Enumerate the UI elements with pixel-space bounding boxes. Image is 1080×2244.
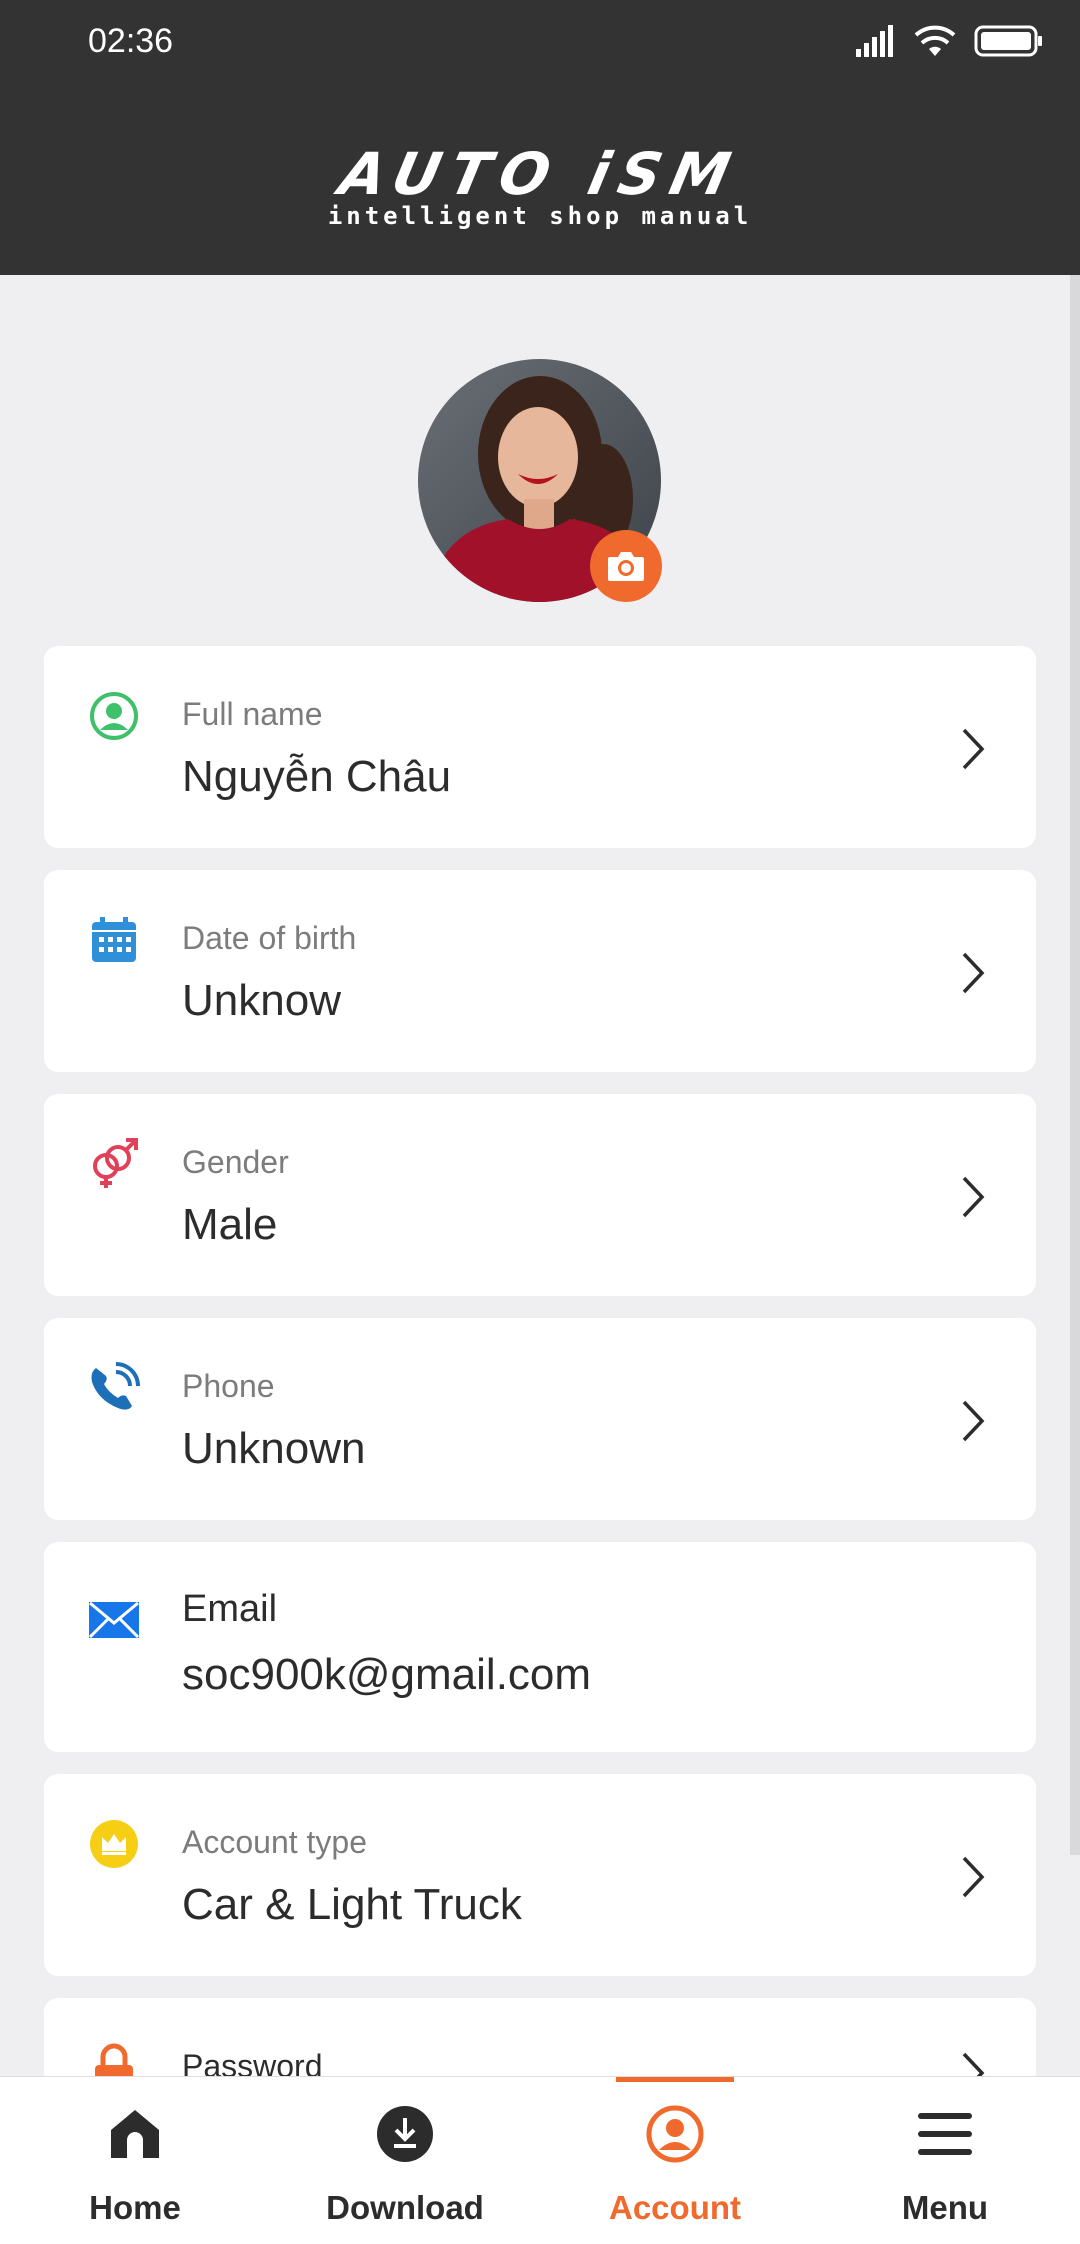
field-value: Unknown (182, 1424, 366, 1473)
field-label: Email (182, 1588, 278, 1630)
app-logo: AUTO iSM intelligent shop manual (0, 140, 1080, 230)
gender-row[interactable]: Gender Male (44, 1094, 1036, 1296)
nav-label: Download (326, 2189, 484, 2226)
nav-download[interactable]: Download (270, 2077, 540, 2244)
field-label: Full name (182, 696, 323, 732)
home-icon (0, 2099, 270, 2169)
chevron-right-icon (962, 1176, 985, 1218)
status-time: 02:36 (88, 22, 174, 60)
camera-icon (608, 552, 644, 581)
account-type-row[interactable]: Account type Car & Light Truck (44, 1774, 1036, 1976)
status-icons (854, 24, 1044, 58)
bottom-nav: Home Download Account Menu (0, 2076, 1080, 2244)
status-bar: 02:36 (0, 0, 1080, 85)
battery-icon (974, 25, 1042, 57)
field-value: Car & Light Truck (182, 1880, 522, 1929)
account-icon (540, 2099, 810, 2169)
field-label: Gender (182, 1144, 289, 1180)
calendar-icon (88, 914, 140, 966)
person-circle-icon (88, 690, 140, 742)
download-icon (270, 2099, 540, 2169)
field-label: Date of birth (182, 920, 357, 956)
scrollbar[interactable] (1070, 275, 1080, 1855)
field-value: Unknow (182, 976, 341, 1025)
nav-label: Account (609, 2189, 741, 2226)
nav-home[interactable]: Home (0, 2077, 270, 2244)
chevron-right-icon (962, 952, 985, 994)
wifi-icon (914, 25, 956, 56)
gender-icon (88, 1138, 140, 1190)
full-name-row[interactable]: Full name Nguyễn Châu (44, 646, 1036, 848)
chevron-right-icon (962, 1400, 985, 1442)
chevron-right-icon (962, 728, 985, 770)
email-row: Email soc900k@gmail.com (44, 1542, 1036, 1752)
field-label: Account type (182, 1824, 367, 1860)
field-value: Male (182, 1200, 278, 1249)
chevron-right-icon (962, 1856, 985, 1898)
envelope-icon (88, 1594, 140, 1646)
nav-menu[interactable]: Menu (810, 2077, 1080, 2244)
nav-account[interactable]: Account (540, 2077, 810, 2244)
app-header: AUTO iSM intelligent shop manual (0, 85, 1080, 275)
field-value: Nguyễn Châu (182, 752, 452, 801)
field-value: soc900k@gmail.com (182, 1650, 592, 1699)
field-label: Phone (182, 1368, 275, 1404)
logo-main: AUTO iSM (333, 140, 747, 208)
signal-icon (856, 25, 893, 57)
phone-icon (88, 1362, 140, 1414)
nav-label: Menu (901, 2189, 989, 2226)
change-photo-button[interactable] (590, 530, 662, 602)
menu-icon (810, 2099, 1080, 2169)
nav-label: Home (89, 2189, 181, 2226)
date-of-birth-row[interactable]: Date of birth Unknow (44, 870, 1036, 1072)
phone-row[interactable]: Phone Unknown (44, 1318, 1036, 1520)
crown-icon (88, 1818, 140, 1870)
